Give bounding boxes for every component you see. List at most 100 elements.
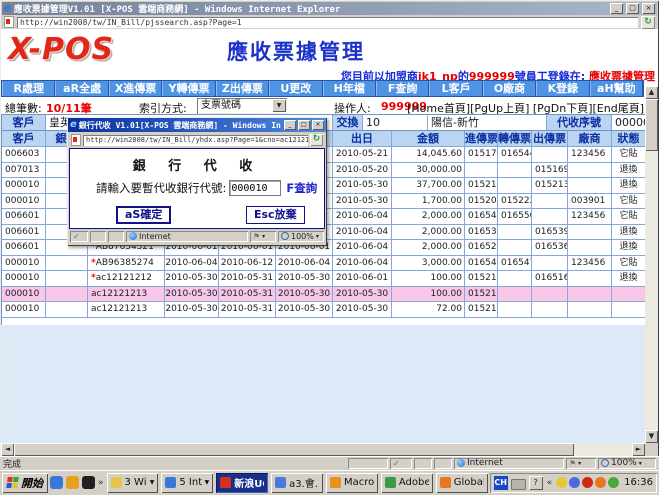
table-cell: 015210 — [465, 178, 498, 194]
table-cell: 015213 — [532, 178, 568, 194]
language-indicator[interactable]: CH — [494, 476, 508, 490]
table-row[interactable]: 000010ac121212132010-05-302010-05-312010… — [2, 287, 646, 303]
taskbar-button[interactable]: Adobe ... — [381, 473, 433, 493]
menu-item-1[interactable]: R處理 — [2, 81, 55, 96]
taskbar-button[interactable]: 新浪UC — [216, 473, 268, 493]
table-cell — [46, 302, 88, 318]
menu-item-4[interactable]: Y轉傳票 — [162, 81, 215, 96]
dialog-address-bar: http://win2008/tw/IN_Bill/yhdx.asp?Page=… — [68, 132, 326, 148]
table-cell — [532, 256, 568, 272]
scroll-up-icon[interactable]: ▲ — [645, 86, 658, 99]
menu-item-11[interactable]: K登錄 — [536, 81, 589, 96]
ie-logo-icon: e — [4, 4, 11, 14]
bank-collection-dialog: e 銀行代收 V1.01[X-POS 雲端商務網] - Windows In..… — [67, 117, 327, 246]
collection-serial-value[interactable]: 000000 — [612, 115, 646, 131]
horizontal-scrollbar[interactable]: ◄ ► — [1, 443, 645, 456]
content-background — [1, 325, 645, 443]
dialog-maximize-button[interactable]: □ — [298, 120, 310, 130]
index-method-select[interactable]: 支票號碼 ▼ — [197, 98, 287, 114]
menu-item-5[interactable]: Z出傳票 — [216, 81, 269, 96]
dialog-heading: 銀 行 代 收 — [70, 155, 324, 174]
protected-mode-pane[interactable]: ⚑▾ — [566, 458, 596, 469]
table-cell: 14,045.60 — [392, 147, 465, 163]
chevron-right-icon[interactable]: » — [97, 478, 105, 488]
vertical-scroll-thumb[interactable] — [645, 99, 658, 151]
ie-quicklaunch-icon[interactable] — [50, 476, 63, 489]
statusbar: 完成 ✓ Internet ⚑▾ 100%▾ — [0, 456, 659, 470]
minimize-button[interactable]: _ — [610, 3, 623, 14]
protected-mode-pane[interactable]: ⚑▾ — [250, 231, 276, 242]
table-cell — [498, 163, 532, 179]
table-cell: 006601 — [2, 240, 46, 256]
menu-item-6[interactable]: U更改 — [269, 81, 322, 96]
table-cell: 退換 — [612, 225, 646, 241]
exchange-value[interactable]: 10 — [363, 115, 428, 131]
tray-icon-3[interactable] — [582, 477, 593, 488]
zoom-pane[interactable]: 100%▾ — [278, 231, 324, 242]
menu-item-3[interactable]: X進傳票 — [109, 81, 162, 96]
table-row[interactable]: 000010*AB963852742010-06-042010-06-12201… — [2, 256, 646, 272]
bank-name-value[interactable]: 陽信-新竹 — [428, 115, 547, 131]
refresh-icon[interactable]: ↻ — [641, 16, 655, 29]
taskbar-button-label: 5 Int... — [179, 477, 201, 488]
close-button[interactable]: × — [642, 3, 655, 14]
tray-icons — [556, 477, 619, 488]
taskbar-button[interactable]: Global... — [436, 473, 488, 493]
refresh-icon[interactable]: ↻ — [310, 134, 323, 146]
tray-icon-1[interactable] — [556, 477, 567, 488]
menu-item-7[interactable]: H年檔 — [323, 81, 376, 96]
tray-icon-4[interactable] — [595, 477, 606, 488]
customer-label: 客戶 — [2, 115, 46, 131]
scrollbar-corner — [645, 443, 658, 456]
chevron-left-icon[interactable]: « — [546, 478, 554, 488]
table-row[interactable]: 000010*ac121212122010-05-302010-05-31201… — [2, 271, 646, 287]
vertical-scrollbar[interactable]: ▲ ▼ — [645, 86, 658, 443]
url-input[interactable]: http://win2008/tw/IN_Bill/pjssearch.asp?… — [17, 17, 638, 28]
printer-icon[interactable] — [511, 479, 526, 490]
menu-item-8[interactable]: F查詢 — [376, 81, 429, 96]
scroll-right-icon[interactable]: ► — [632, 443, 645, 456]
table-row[interactable]: 000010ac121212132010-05-302010-05-312010… — [2, 302, 646, 318]
menu-item-12[interactable]: aH幫助 — [590, 81, 643, 96]
taskbar-button[interactable]: Macrom... — [326, 473, 378, 493]
scroll-left-icon[interactable]: ◄ — [1, 443, 14, 456]
scroll-down-icon[interactable]: ▼ — [645, 430, 658, 443]
macromedia-icon — [330, 477, 341, 488]
start-button[interactable]: 開始 — [2, 473, 48, 493]
zone-label: Internet — [139, 232, 171, 241]
dialog-titlebar[interactable]: e 銀行代收 V1.01[X-POS 雲端商務網] - Windows In..… — [68, 118, 326, 132]
maximize-button[interactable]: □ — [626, 3, 639, 14]
table-cell: 2010-06-04 — [333, 225, 392, 241]
taskbar-button[interactable]: a3.會... — [271, 473, 323, 493]
menu-item-9[interactable]: L客戶 — [429, 81, 482, 96]
taskbar-button[interactable]: 3 Win...▼ — [107, 473, 159, 493]
table-cell — [498, 287, 532, 303]
ie-window: e 應收票據管理V1.01 [X-POS 雲端商務網] - Windows In… — [0, 0, 659, 495]
table-cell: ac12121213 — [88, 287, 165, 303]
bank-code-input[interactable] — [229, 180, 281, 196]
menu-item-2[interactable]: aR全處 — [55, 81, 108, 96]
table-cell: 100.00 — [392, 287, 465, 303]
query-link[interactable]: F查詢 — [286, 180, 317, 196]
confirm-button[interactable]: aS確定 — [116, 206, 171, 224]
chevron-down-icon[interactable]: ▼ — [150, 479, 155, 486]
help-icon[interactable]: ? — [529, 476, 543, 490]
column-header: 金額 — [392, 131, 465, 147]
cancel-button[interactable]: Esc放棄 — [246, 206, 305, 224]
dialog-body: 銀 行 代 收 請輸入要暫代收銀行代號: F查詢 aS確定 Esc放棄 — [69, 148, 325, 229]
dialog-close-button[interactable]: × — [312, 120, 324, 130]
chevron-down-icon[interactable]: ▼ — [205, 479, 210, 486]
taskbar-button[interactable]: 5 Int... ▼ — [161, 473, 213, 493]
dialog-url-input[interactable]: http://win2008/tw/IN_Bill/yhdx.asp?Page=… — [83, 135, 308, 146]
taskbar-clock: 16:36 — [622, 477, 653, 488]
tray-icon-2[interactable] — [569, 477, 580, 488]
qq-quicklaunch-icon[interactable] — [82, 476, 95, 489]
table-cell — [498, 178, 532, 194]
messenger-quicklaunch-icon[interactable] — [66, 476, 79, 489]
tray-icon-5[interactable] — [608, 477, 619, 488]
zoom-pane[interactable]: 100%▾ — [598, 458, 656, 469]
dialog-minimize-button[interactable]: _ — [284, 120, 296, 130]
chevron-down-icon[interactable]: ▼ — [272, 99, 286, 112]
menu-item-10[interactable]: O廠商 — [483, 81, 536, 96]
horizontal-scroll-thumb[interactable] — [14, 443, 574, 456]
